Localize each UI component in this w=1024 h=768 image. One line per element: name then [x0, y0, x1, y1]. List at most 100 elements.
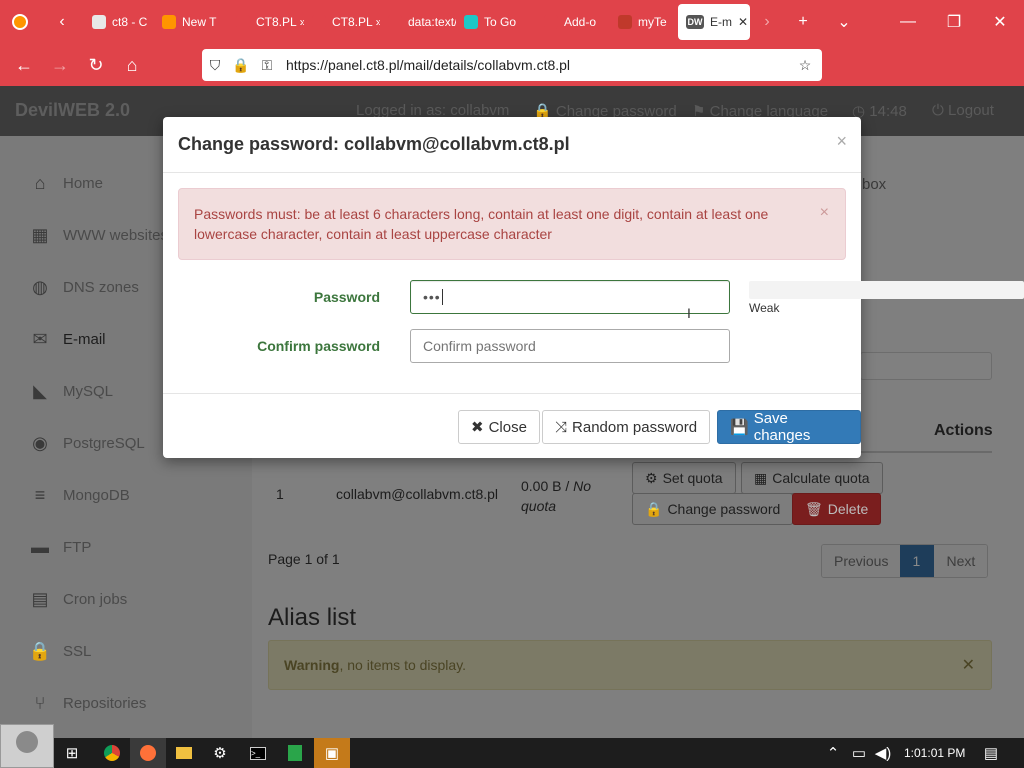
- confirm-password-input[interactable]: [423, 338, 717, 354]
- database-icon: ≡: [34, 484, 46, 505]
- logout-link-label: Logout: [948, 102, 994, 119]
- permissions-icon[interactable]: ⚿: [254, 57, 280, 74]
- close-window-icon[interactable]: ✕: [980, 0, 1020, 44]
- password-field-value[interactable]: •••: [423, 289, 441, 305]
- sidebar-item[interactable]: ⑂ Repositories: [0, 677, 252, 729]
- pagination-previous[interactable]: Previous: [822, 545, 901, 577]
- settings-tool-icon[interactable]: ⚙: [202, 738, 238, 768]
- change-password-button[interactable]: 🔒 Change password: [632, 493, 794, 525]
- url-bar[interactable]: ⛉ 🔒 ⚿ https://panel.ct8.pl/mail/details/…: [202, 49, 822, 81]
- browser-tab[interactable]: myTe: [610, 0, 678, 44]
- tab-close-icon[interactable]: ✕: [738, 15, 748, 29]
- browser-tab-bar: ‹ ct8 - C New T CT8.PL » Z CT8.PL » C data:t…: [0, 0, 1024, 44]
- home-icon[interactable]: ⌂: [114, 44, 150, 86]
- password-rules-alert: Passwords must: be at least 6 characters…: [178, 188, 846, 260]
- clock-time: 14:48: [869, 103, 907, 120]
- change-password-label: Change password: [667, 501, 781, 517]
- tab-label: CT8.PL » C: [332, 15, 380, 29]
- page-info: Page 1 of 1: [268, 551, 340, 567]
- sidebar-item[interactable]: ▬ FTP: [0, 521, 252, 573]
- tray-chevron-icon[interactable]: ⌃: [818, 738, 848, 768]
- browser-tab[interactable]: CT8.PL » Z: [228, 0, 304, 44]
- back-icon[interactable]: ←: [6, 44, 42, 86]
- browser-tab[interactable]: To Go: [456, 0, 536, 44]
- tab-favicon-icon: [544, 15, 558, 29]
- dolphin-icon: ◣: [33, 380, 47, 401]
- sidebar-item-label: Home: [63, 174, 104, 192]
- close-button[interactable]: ✖ Close: [458, 410, 540, 444]
- tab-scroll-left-icon[interactable]: ‹: [40, 0, 84, 44]
- folder-icon: ▬: [31, 536, 49, 557]
- taskbar-clock[interactable]: 1:01:01 PM: [904, 746, 965, 760]
- password-label: Password: [313, 289, 380, 305]
- password-field[interactable]: •••: [410, 280, 730, 314]
- mouse-ibeam-cursor-icon: I: [687, 305, 691, 321]
- close-icon[interactable]: ✕: [962, 655, 975, 675]
- alias-list-title: Alias list: [268, 604, 357, 631]
- list-all-tabs-icon[interactable]: ⌄: [822, 0, 866, 44]
- sidebar-item[interactable]: ≡ MongoDB: [0, 469, 252, 521]
- browser-tab[interactable]: Add-o: [536, 0, 610, 44]
- row-size: 0.00 B: [521, 478, 562, 494]
- padlock-icon[interactable]: 🔒: [228, 57, 254, 74]
- row-usage: 0.00 B / No quota: [521, 478, 592, 514]
- spreadsheet-icon[interactable]: [277, 738, 313, 768]
- random-password-button[interactable]: ⤨ Random password: [542, 410, 711, 444]
- browser-tab[interactable]: DW E-m ✕: [678, 4, 750, 40]
- file-explorer-icon[interactable]: [166, 738, 202, 768]
- volume-icon[interactable]: ◀): [870, 738, 896, 768]
- save-changes-button[interactable]: 💾 Save changes: [717, 410, 861, 444]
- gear-icon: ⚙: [645, 469, 658, 486]
- modal-close-icon[interactable]: ×: [836, 131, 847, 152]
- set-quota-button[interactable]: ⚙ Set quota: [632, 462, 736, 494]
- windows-taskbar: ⊞ ⚙ >_ ▣ ⌃ ▭ ◀) 1:01:01 PM ▤: [0, 724, 1024, 768]
- browser-tab[interactable]: ct8 - C: [84, 0, 154, 44]
- trash-icon: 🗑: [805, 500, 823, 517]
- bookmark-star-icon[interactable]: ☆: [792, 57, 818, 74]
- warning-strong: Warning: [284, 657, 340, 673]
- tab-label: New T: [182, 15, 217, 29]
- alert-close-icon[interactable]: ×: [820, 203, 829, 223]
- shield-icon[interactable]: ⛉: [202, 57, 228, 74]
- calculate-quota-button[interactable]: ▦ Calculate quota: [741, 462, 883, 494]
- restore-window-icon[interactable]: ❐: [934, 0, 974, 44]
- task-view-icon[interactable]: ⊞: [54, 738, 90, 768]
- confirm-password-field[interactable]: [410, 329, 730, 363]
- delete-button[interactable]: 🗑 Delete: [792, 493, 882, 525]
- tab-mailbox-fragment[interactable]: box: [862, 176, 886, 193]
- search-input-bg[interactable]: [860, 352, 992, 380]
- network-icon[interactable]: ▭: [846, 738, 872, 768]
- reload-icon[interactable]: ↻: [78, 44, 114, 86]
- browser-tab[interactable]: New T: [154, 0, 228, 44]
- chrome-icon[interactable]: [94, 738, 130, 768]
- sidebar-item[interactable]: 🔒 SSL: [0, 625, 252, 677]
- warning-text: , no items to display.: [339, 657, 467, 673]
- browser-tab[interactable]: CT8.PL » C: [304, 0, 380, 44]
- random-password-label: Random password: [572, 418, 698, 436]
- new-tab-icon[interactable]: +: [784, 0, 822, 44]
- sidebar-item-label: Repositories: [63, 694, 147, 712]
- brand-logo[interactable]: DevilWEB 2.0: [15, 100, 130, 121]
- tab-scroll-right-icon[interactable]: ›: [750, 0, 784, 44]
- actions-header: Actions: [934, 422, 993, 439]
- firefox-taskbar-icon[interactable]: [130, 738, 166, 768]
- sidebar-item[interactable]: ▤ Cron jobs: [0, 573, 252, 625]
- package-icon[interactable]: ▣: [314, 738, 350, 768]
- calculator-icon: ▦: [754, 469, 768, 486]
- lock-icon: 🔒: [645, 500, 663, 517]
- forward-icon[interactable]: →: [42, 44, 78, 86]
- pagination-next[interactable]: Next: [934, 545, 988, 577]
- notifications-icon[interactable]: ▤: [974, 738, 1008, 768]
- minimize-window-icon[interactable]: —: [888, 0, 928, 44]
- pagination-current[interactable]: 1: [900, 545, 935, 577]
- terminal-icon[interactable]: >_: [240, 738, 276, 768]
- set-quota-label: Set quota: [662, 470, 723, 486]
- browser-tab[interactable]: data:text/: [380, 0, 456, 44]
- user-avatar[interactable]: [0, 724, 54, 768]
- firefox-logo-icon[interactable]: [0, 0, 40, 44]
- row-email: collabvm@collabvm.ct8.pl: [336, 486, 499, 502]
- logout-link[interactable]: ⏻ Logout: [932, 102, 994, 119]
- url-text[interactable]: https://panel.ct8.pl/mail/details/collab…: [286, 57, 792, 73]
- grid-icon: ▦: [31, 224, 49, 245]
- tab-favicon-icon: [92, 15, 106, 29]
